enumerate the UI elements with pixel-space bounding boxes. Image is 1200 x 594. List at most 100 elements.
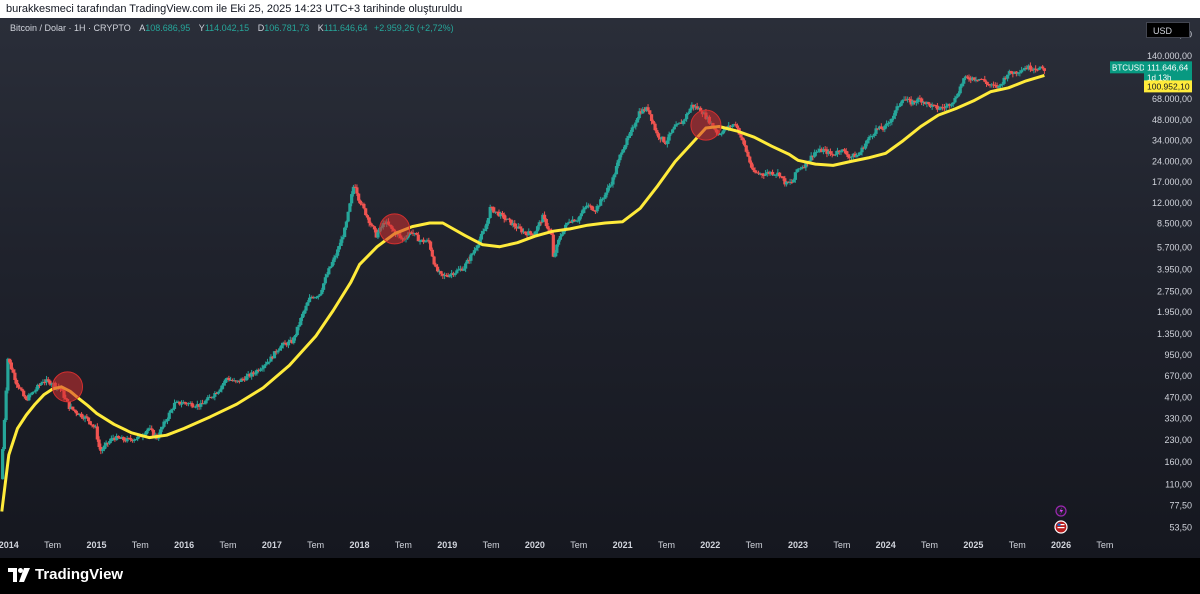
x-tick-label: 2024 [876,540,896,550]
chart-area[interactable]: 200.000,00140.000,0098.000,0068.000,0048… [0,18,1200,558]
change-value: +2.959,26 (+2,72%) [374,23,454,33]
candle-up [578,216,582,221]
candle-up [253,373,257,375]
candle-up [169,410,173,413]
candle-up [204,400,208,404]
candle-down [749,162,754,168]
tradingview-logo[interactable]: TradingView [8,566,123,583]
candle-down [828,151,833,154]
candle-up [179,403,184,405]
close-value: 111.646,64 [323,23,368,33]
candle-down [15,379,19,385]
brand-name: TradingView [35,566,124,583]
candle-down [739,134,743,138]
currency-button[interactable]: USD [1146,22,1190,38]
candle-up [720,133,724,135]
candle-down [651,120,655,124]
candle-down [367,217,371,224]
candle-up [613,174,617,178]
candle-up [672,126,676,130]
x-tick-label: 2018 [350,540,370,550]
candle-up [293,335,298,338]
candle-up [472,250,477,254]
candle-down [760,173,764,176]
candle-up [336,249,340,256]
x-tick-label: Tem [132,540,149,550]
candle-up [621,149,626,153]
y-tick-label: 48.000,00 [1152,115,1192,125]
candle-up [330,261,334,267]
candle-up [839,151,843,153]
candle-down [518,226,522,229]
ohlc-legend: Bitcoin / Dolar · 1H · CRYPTO A108.686,9… [10,23,454,33]
candle-down [150,428,154,430]
x-tick-label: 2015 [86,540,106,550]
candle-down [371,225,375,227]
candle-up [164,421,168,423]
candle-down [513,223,517,227]
candle-up [344,221,348,228]
y-tick-label: 1.350,00 [1157,329,1192,339]
candle-down [927,102,931,104]
y-tick-label: 68.000,00 [1152,94,1192,104]
candle-up [327,268,331,275]
candle-up [278,348,282,351]
candle-up [1021,69,1025,71]
candle-up [891,115,896,119]
x-tick-label: Tem [921,540,938,550]
candle-up [323,277,327,284]
candle-up [949,104,954,106]
candle-up [479,233,484,240]
y-tick-label: 8.500,00 [1157,219,1192,229]
candle-down [358,200,363,204]
candle-down [9,362,13,370]
candle-up [314,297,319,299]
candle-down [432,256,436,265]
candle-down [781,176,785,179]
candle-down [846,154,850,158]
candle-down [71,406,75,410]
flag-canton [1057,523,1061,526]
candle-up [258,369,263,371]
candle-up [267,361,271,363]
candle-up [597,205,601,207]
candle-up [202,403,206,405]
candle-up [856,154,861,156]
candle-up [299,318,303,326]
candle-down [590,205,594,210]
candle-up [32,391,36,393]
candle-down [655,130,659,134]
candle-up [553,252,557,257]
candle-up [614,165,619,175]
candle-up [297,325,301,327]
candle-down [546,226,550,230]
candle-up [193,406,198,408]
candle-up [953,98,957,103]
price-chart[interactable]: 200.000,00140.000,0098.000,0068.000,0048… [0,18,1200,558]
candle-up [488,206,492,218]
y-tick-label: 1.950,00 [1157,307,1192,317]
y-tick-label: 3.950,00 [1157,265,1192,275]
x-tick-label: 2021 [613,540,633,550]
candle-down [649,114,654,121]
candle-down [984,81,989,85]
x-tick-label: Tem [658,540,675,550]
candle-down [735,125,740,129]
candle-up [172,402,177,410]
candle-down [741,137,745,141]
candle-up [167,412,171,419]
candle-down [444,275,448,277]
y-tick-label: 110,00 [1165,479,1192,489]
candle-up [667,134,671,141]
candle-up [223,379,227,383]
candle-down [972,77,976,80]
x-tick-label: Tem [483,540,500,550]
candle-up [886,123,890,125]
y-tick-label: 77,50 [1169,500,1192,510]
candle-down [11,369,15,373]
candle-down [427,240,431,242]
y-tick-label: 330,00 [1164,414,1192,424]
x-tick-label: 2022 [700,540,720,550]
x-tick-label: Tem [307,540,324,550]
candle-down [129,438,133,440]
